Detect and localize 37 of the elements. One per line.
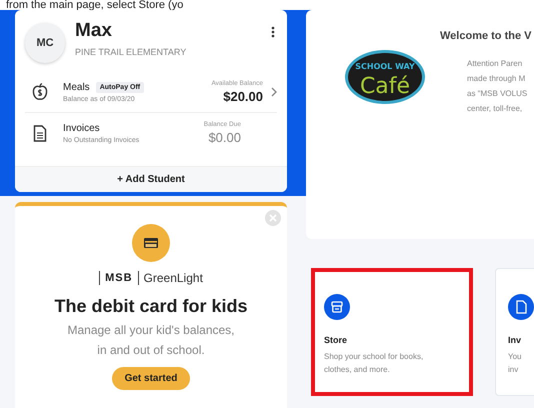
credit-card-icon xyxy=(132,224,170,262)
get-started-button[interactable]: Get started xyxy=(112,367,190,390)
more-icon[interactable] xyxy=(271,26,275,38)
caption-text: from the main page, select Store (yo xyxy=(0,0,534,10)
tile-title: Inv xyxy=(508,335,522,345)
chevron-right-icon[interactable] xyxy=(271,87,277,97)
feature-tile[interactable]: Inv You inv xyxy=(495,268,534,396)
row-title: Meals xyxy=(63,82,90,92)
promo-text: in and out of school. xyxy=(97,343,205,357)
promo-title: The debit card for kids xyxy=(54,296,248,317)
tile-title: Store xyxy=(324,335,348,345)
logo-text: SCHOOL WAY xyxy=(355,62,415,71)
add-student-button[interactable]: + Add Student xyxy=(15,166,287,192)
logo-text: Café xyxy=(360,74,410,99)
tile-text: inv xyxy=(508,364,520,376)
brand-name: MSB xyxy=(105,272,133,284)
brand-name: GreenLight xyxy=(144,271,203,285)
amount: $0.00 xyxy=(207,130,241,145)
apple-dollar-icon xyxy=(31,83,49,101)
tile-text: You xyxy=(508,351,522,363)
welcome-text: center, toll-free, xyxy=(467,103,524,115)
welcome-text: made through M xyxy=(467,73,526,85)
row-title: Invoices xyxy=(63,122,100,134)
store-icon xyxy=(324,294,350,320)
welcome-text: as "MSB VOLUS xyxy=(467,88,528,100)
avatar: MC xyxy=(25,23,65,63)
student-name: Max xyxy=(75,20,113,42)
document-icon xyxy=(508,294,534,320)
document-icon xyxy=(31,124,49,142)
feature-tile[interactable]: Store Shop your school for books, clothes, and more. xyxy=(311,268,473,396)
promo-text: Manage all your kid's balances, xyxy=(67,323,235,337)
welcome-title: Welcome to the V xyxy=(440,30,532,42)
welcome-text: Attention Paren xyxy=(467,58,524,70)
tile-text: clothes, and more. xyxy=(324,364,391,376)
school-name: PINE TRAIL ELEMENTARY xyxy=(75,47,188,57)
tile-text: Shop your school for books, xyxy=(324,351,424,363)
amount: $20.00 xyxy=(222,89,263,104)
